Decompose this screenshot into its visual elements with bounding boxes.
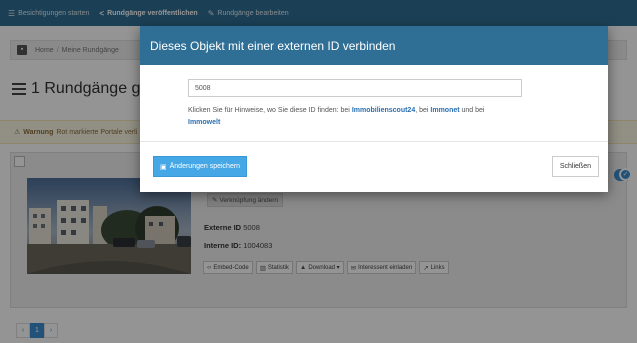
button-label: Änderungen speichern [169, 163, 241, 170]
modal-footer: ▣ Änderungen speichern Schließen [140, 142, 608, 192]
modal-header: Dieses Objekt mit einer externen ID verb… [140, 26, 608, 65]
modal-title: Dieses Objekt mit einer externen ID verb… [150, 38, 396, 53]
hint-text: Klicken Sie für Hinweise, wo Sie diese I… [188, 105, 558, 129]
immonet-link[interactable]: Immonet [430, 107, 459, 114]
save-icon: ▣ [160, 163, 167, 171]
external-id-modal: Dieses Objekt mit einer externen ID verb… [140, 26, 608, 192]
external-id-input[interactable] [188, 79, 522, 97]
hint-separator: , bei [415, 107, 431, 114]
close-button[interactable]: Schließen [551, 156, 599, 177]
immobilienscout24-link[interactable]: Immobilienscout24 [352, 107, 415, 114]
hint-prefix: Klicken Sie für Hinweise, wo Sie diese I… [188, 107, 352, 114]
hint-separator: und bei [459, 107, 485, 114]
save-changes-button[interactable]: ▣ Änderungen speichern [153, 156, 248, 177]
modal-body: Klicken Sie für Hinweise, wo Sie diese I… [140, 65, 608, 142]
immowelt-link[interactable]: Immowelt [188, 119, 220, 126]
